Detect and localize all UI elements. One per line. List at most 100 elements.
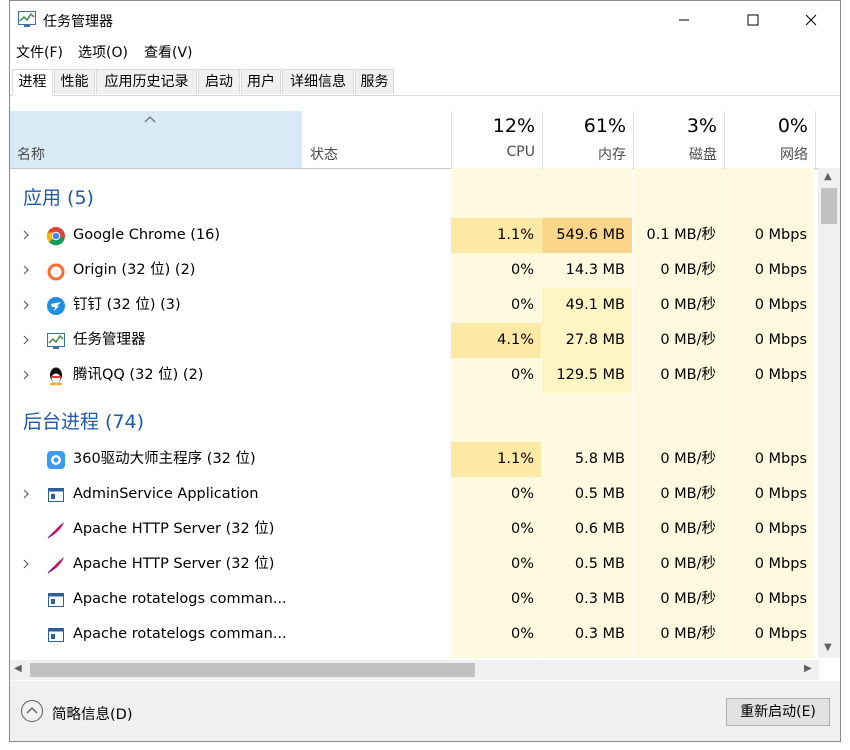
menu-options[interactable]: 选项(O) [78,42,128,62]
menu-view[interactable]: 查看(V) [144,42,193,62]
apache-feather-icon [46,555,66,575]
disk-cell: 0 MB/秒 [660,626,716,642]
disk-cell: 0 MB/秒 [660,451,716,467]
memory-cell: 0.5 MB [574,556,625,572]
process-row[interactable]: Apache HTTP Server (32 位) 0% 0.5 MB 0 MB/秒 0… [10,547,819,582]
process-row[interactable]: 腾讯QQ (32 位) (2) 0% 129.5 MB 0 MB/秒 0 Mbps [10,358,819,393]
process-row[interactable]: Apache HTTP Server (32 位) 0% 0.6 MB 0 MB/秒 0… [10,512,819,547]
chevron-right-icon[interactable] [22,299,30,311]
minimize-button[interactable] [661,1,707,39]
network-cell: 0 Mbps [754,367,807,383]
process-row[interactable]: Google Chrome (16) 1.1% 549.6 MB 0.1 MB/秒 0 … [10,218,819,253]
cpu-header-label[interactable]: CPU [451,144,535,160]
process-name: Apache HTTP Server (32 位) [73,521,275,537]
horizontal-scrollbar[interactable]: ◀ ▶ [10,660,819,680]
process-row[interactable]: Apache rotatelogs comman... 0% 0.3 MB 0 MB/… [10,617,819,652]
memory-cell: 5.8 MB [574,451,625,467]
cpu-cell: 0% [510,486,534,502]
disk-cell: 0 MB/秒 [660,332,716,348]
chevron-right-icon[interactable] [22,229,30,241]
restart-button[interactable]: 重新启动(E) [726,698,830,726]
network-cell: 0 Mbps [754,521,807,537]
chevron-right-icon[interactable] [22,488,30,500]
tab-app-history[interactable]: 应用历史记录 [96,69,197,94]
process-row[interactable]: 钉钉 (32 位) (3) 0% 49.1 MB 0 MB/秒 0 Mbps [10,288,819,323]
process-row[interactable]: 任务管理器 4.1% 27.8 MB 0 MB/秒 0 Mbps [10,323,819,358]
cpu-cell: 0% [510,556,534,572]
tab-performance[interactable]: 性能 [54,69,95,94]
origin-icon [46,261,66,281]
memory-total-percent[interactable]: 61% [542,115,626,137]
task-manager-window: 任务管理器 文件(F) 选项(O) 查看(V) 进程 性能 应用历史记录 启动 … [9,0,841,742]
cpu-cell: 0% [510,521,534,537]
tab-processes[interactable]: 进程 [12,69,53,96]
disk-cell: 0 MB/秒 [660,591,716,607]
chevron-right-icon[interactable] [22,369,30,381]
network-total-percent[interactable]: 0% [724,115,808,137]
cpu-cell: 0% [510,297,534,313]
network-cell: 0 Mbps [754,297,807,313]
process-row[interactable]: 360驱动大师主程序 (32 位) 1.1% 5.8 MB 0 MB/秒 0 Mbps [10,442,819,477]
process-row[interactable]: Apache rotatelogs comman... 0% 0.3 MB 0 MB/… [10,582,819,617]
close-button[interactable] [788,1,834,39]
memory-cell: 129.5 MB [556,367,625,383]
tab-details[interactable]: 详细信息 [282,69,354,94]
process-name: AdminService Application [73,486,259,502]
chevron-up-circle-icon[interactable] [21,700,43,722]
menu-file[interactable]: 文件(F) [16,42,63,62]
chevron-right-icon[interactable] [22,558,30,570]
process-name: Google Chrome (16) [73,227,220,243]
tab-startup[interactable]: 启动 [198,69,240,94]
memory-cell: 0.3 MB [574,591,625,607]
less-details-link[interactable]: 简略信息(D) [52,703,132,724]
memory-cell: 0.5 MB [574,486,625,502]
memory-cell: 49.1 MB [565,297,625,313]
cpu-cell: 1.1% [497,227,534,243]
memory-header-label[interactable]: 内存 [542,144,626,164]
chevron-right-icon[interactable] [22,264,30,276]
network-cell: 0 Mbps [754,332,807,348]
cpu-cell: 0% [510,626,534,642]
disk-cell: 0 MB/秒 [660,556,716,572]
scroll-up-icon[interactable]: ▲ [824,171,832,182]
disk-cell: 0 MB/秒 [660,486,716,502]
dingtalk-icon [46,296,66,316]
network-header-label[interactable]: 网络 [724,144,808,164]
process-name: 任务管理器 [73,332,146,348]
process-name: 腾讯QQ (32 位) (2) [73,367,204,383]
tab-services[interactable]: 服务 [355,69,394,94]
status-header-label[interactable]: 状态 [310,144,338,164]
cpu-cell: 0% [510,262,534,278]
menu-bar: 文件(F) 选项(O) 查看(V) [10,39,840,63]
process-row[interactable]: Origin (32 位) (2) 0% 14.3 MB 0 MB/秒 0 Mbps [10,253,819,288]
qq-icon [46,366,66,386]
cpu-total-percent[interactable]: 12% [451,115,535,137]
process-name: 钉钉 (32 位) (3) [73,297,181,313]
disk-total-percent[interactable]: 3% [633,115,717,137]
vertical-scroll-thumb[interactable] [821,188,837,224]
window-title: 任务管理器 [43,14,113,30]
apache-feather-icon [46,520,66,540]
horizontal-scroll-thumb[interactable] [30,663,475,677]
chrome-icon [46,226,66,246]
network-cell: 0 Mbps [754,451,807,467]
tab-users[interactable]: 用户 [241,69,281,94]
footer-bar: 简略信息(D) 重新启动(E) [10,681,840,741]
name-column-header[interactable]: 名称 [10,111,302,168]
scroll-right-icon[interactable]: ▶ [804,663,812,674]
console-app-icon [46,625,66,645]
maximize-button[interactable] [730,1,776,39]
process-list: 应用 (5) 后台进程 (74) Google Chrome (16) 1.1% 5… [10,168,819,658]
task-manager-icon [46,331,66,351]
scroll-down-icon[interactable]: ▼ [824,642,832,653]
vertical-scrollbar[interactable]: ▲ ▼ [818,168,840,658]
memory-cell: 14.3 MB [565,262,625,278]
scroll-left-icon[interactable]: ◀ [14,663,22,674]
disk-cell: 0.1 MB/秒 [646,227,716,243]
disk-header-label[interactable]: 磁盘 [633,144,717,164]
chevron-right-icon[interactable] [22,334,30,346]
network-cell: 0 Mbps [754,556,807,572]
tab-bar: 进程 性能 应用历史记录 启动 用户 详细信息 服务 [10,69,840,96]
process-row[interactable]: AdminService Application 0% 0.5 MB 0 MB/秒 0 … [10,477,819,512]
driver-master-icon [46,450,66,470]
